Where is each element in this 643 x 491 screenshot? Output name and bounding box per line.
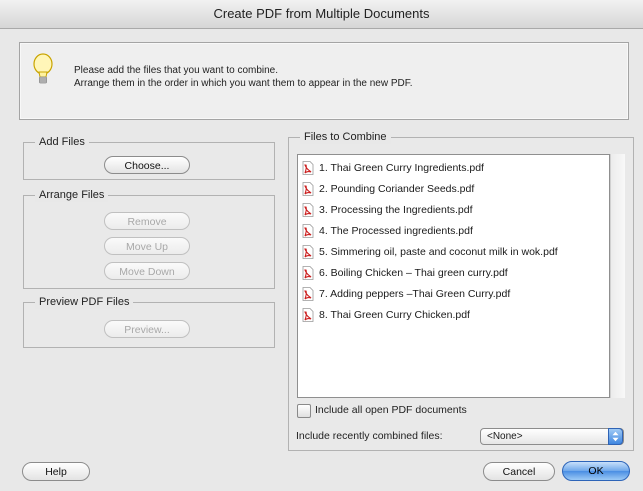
include-open-pdfs-label[interactable]: Include all open PDF documents (315, 404, 467, 416)
preview-button[interactable]: Preview... (104, 320, 190, 338)
lightbulb-icon (33, 53, 53, 84)
preview-files-legend: Preview PDF Files (35, 295, 134, 309)
file-list[interactable]: 1. Thai Green Curry Ingredients.pdf 2. P… (297, 154, 610, 398)
ok-button[interactable]: OK (562, 461, 630, 481)
file-row-label: 2. Pounding Coriander Seeds.pdf (319, 183, 475, 195)
file-row-label: 7. Adding peppers –Thai Green Curry.pdf (319, 288, 511, 300)
pdf-file-icon (302, 308, 314, 322)
file-row-label: 4. The Processed ingredients.pdf (319, 225, 473, 237)
pdf-file-icon (302, 287, 314, 301)
pdf-file-icon (302, 161, 314, 175)
cancel-button[interactable]: Cancel (483, 462, 555, 481)
info-text: Please add the files that you want to co… (74, 64, 413, 90)
pdf-file-icon (302, 266, 314, 280)
pdf-file-icon (302, 203, 314, 217)
recent-files-select[interactable]: <None> (480, 428, 624, 445)
up-down-arrows-icon (608, 428, 623, 445)
include-open-pdfs-checkbox[interactable] (297, 404, 311, 418)
recent-files-label: Include recently combined files: (296, 430, 443, 442)
file-row-label: 1. Thai Green Curry Ingredients.pdf (319, 162, 484, 174)
choose-button[interactable]: Choose... (104, 156, 190, 174)
window-title: Create PDF from Multiple Documents (0, 0, 643, 29)
file-row-label: 6. Boiling Chicken – Thai green curry.pd… (319, 267, 508, 279)
file-list-scrollbar[interactable] (610, 154, 625, 398)
pdf-file-icon (302, 245, 314, 259)
remove-button[interactable]: Remove (104, 212, 190, 230)
pdf-file-icon (302, 182, 314, 196)
info-line-2: Arrange them in the order in which you w… (74, 78, 413, 89)
move-down-button[interactable]: Move Down (104, 262, 190, 280)
files-to-combine-legend: Files to Combine (300, 130, 391, 144)
info-line-1: Please add the files that you want to co… (74, 65, 279, 76)
dialog-window: Create PDF from Multiple Documents Pleas… (0, 0, 643, 491)
help-button[interactable]: Help (22, 462, 90, 481)
move-up-button[interactable]: Move Up (104, 237, 190, 255)
recent-files-value: <None> (487, 431, 523, 442)
arrange-files-legend: Arrange Files (35, 188, 109, 202)
file-row-label: 5. Simmering oil, paste and coconut milk… (319, 246, 558, 258)
add-files-legend: Add Files (35, 135, 89, 149)
file-row-label: 3. Processing the Ingredients.pdf (319, 204, 473, 216)
info-panel: Please add the files that you want to co… (19, 42, 629, 120)
pdf-file-icon (302, 224, 314, 238)
file-row-label: 8. Thai Green Curry Chicken.pdf (319, 309, 470, 321)
